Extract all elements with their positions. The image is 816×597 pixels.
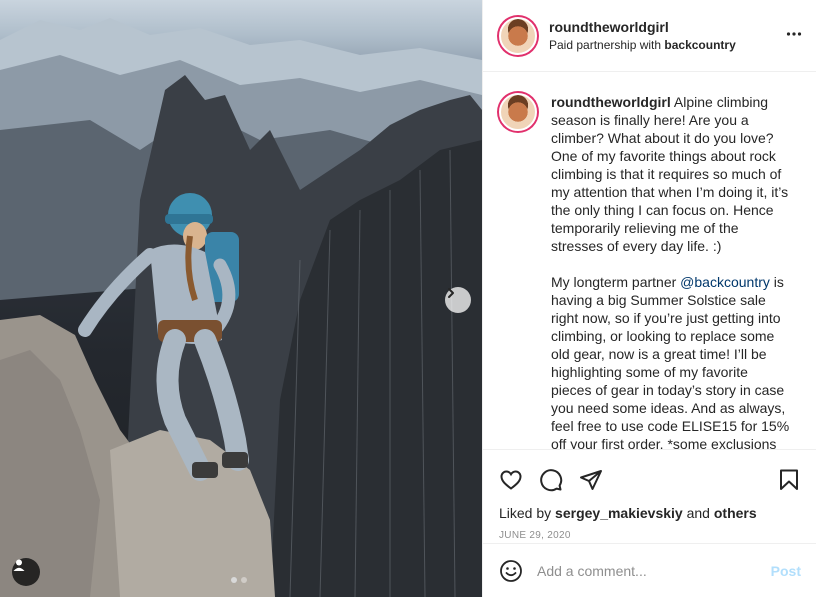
post-side-panel: roundtheworldgirl Paid partnership with …	[482, 0, 816, 597]
partnership-prefix: Paid partnership with	[549, 37, 665, 52]
post-photo[interactable]	[0, 0, 482, 597]
heart-icon	[500, 470, 522, 490]
caption-text: roundtheworldgirl Alpine climbing season…	[551, 93, 791, 449]
post-header: roundtheworldgirl Paid partnership with …	[483, 0, 816, 72]
caption-body-part2: is having a big Summer Solstice sale rig…	[551, 274, 790, 449]
comment-input[interactable]	[537, 562, 771, 579]
likes-summary: Liked by sergey_makievskiy and others	[499, 504, 801, 522]
share-icon	[580, 470, 602, 490]
post-date[interactable]: JUNE 29, 2020	[499, 530, 801, 541]
carousel-next-button[interactable]	[445, 287, 471, 313]
partner-link[interactable]: backcountry	[664, 38, 735, 52]
action-icons	[499, 458, 801, 502]
emoji-button[interactable]	[499, 559, 523, 583]
more-options-icon	[786, 32, 802, 36]
user-tags-button[interactable]	[12, 558, 40, 586]
caption-body-part1: Alpine climbing season is finally here! …	[551, 94, 789, 290]
post-comment-button[interactable]: Post	[771, 563, 801, 579]
post-actions: Liked by sergey_makievskiy and others JU…	[483, 449, 816, 541]
carousel-indicator	[231, 577, 247, 583]
likes-and: and	[682, 505, 714, 521]
next-arrow-icon	[448, 288, 454, 298]
likes-others-link[interactable]: others	[714, 505, 757, 521]
comment-icon	[540, 469, 563, 492]
avatar[interactable]	[499, 16, 537, 55]
caption-mention[interactable]: @backcountry	[680, 274, 770, 290]
user-tag-icon	[13, 559, 25, 571]
comment-button[interactable]	[539, 468, 563, 492]
like-button[interactable]	[499, 468, 523, 492]
header-username[interactable]: roundtheworldgirl	[549, 18, 736, 36]
post-caption: roundtheworldgirl Alpine climbing season…	[483, 73, 816, 449]
likes-prefix: Liked by	[499, 505, 556, 521]
bookmark-icon	[780, 469, 798, 490]
photo-illustration	[0, 18, 482, 597]
carousel-dot-active	[231, 577, 237, 583]
partnership-label: Paid partnership with backcountry	[549, 36, 736, 54]
emoji-icon	[500, 559, 522, 582]
caption-username[interactable]: roundtheworldgirl	[551, 94, 671, 110]
comment-bar: Post	[483, 543, 816, 597]
caption-avatar[interactable]	[499, 93, 537, 131]
carousel-dot	[241, 577, 247, 583]
more-options-button[interactable]	[786, 26, 802, 47]
share-button[interactable]	[579, 468, 603, 492]
liked-by-user[interactable]: sergey_makievskiy	[555, 505, 683, 521]
save-button[interactable]	[777, 468, 801, 492]
